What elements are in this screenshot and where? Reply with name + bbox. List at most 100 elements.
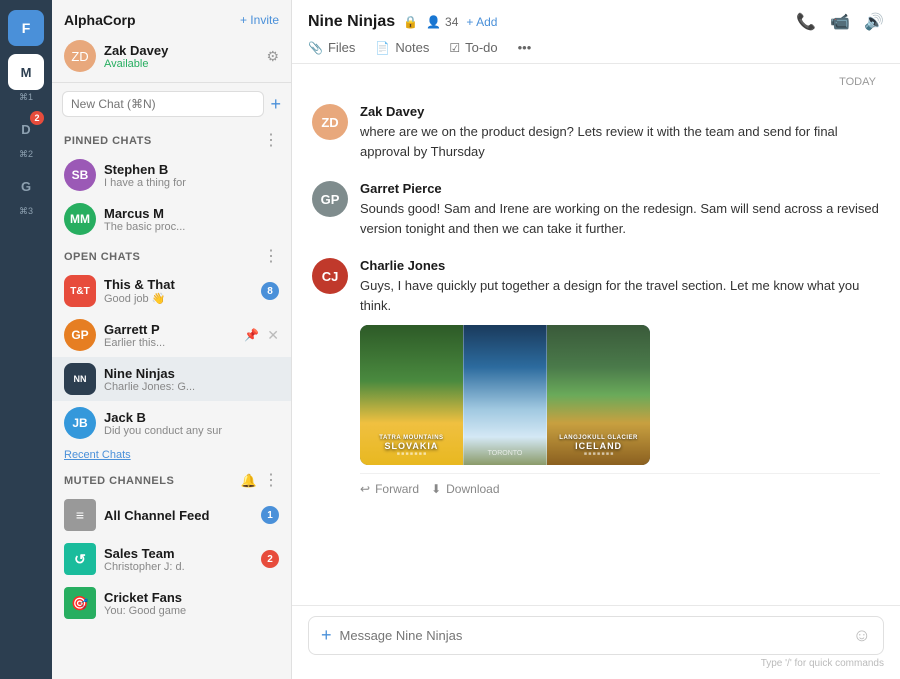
image-panel-1: TATRA MOUNTAINS SLOVAKIA ■ ■ ■ ■ ■ ■ ■: [360, 325, 463, 465]
invite-button[interactable]: + Invite: [240, 13, 279, 27]
sidebar-header: AlphaCorp + Invite: [52, 0, 291, 36]
tab-notes-label: Notes: [395, 40, 429, 55]
tab-todo[interactable]: ☑ To-do: [449, 40, 497, 63]
audio-icon[interactable]: 🔊: [864, 12, 884, 32]
avatar: CJ: [312, 258, 348, 294]
rail-shortcut-g: ⌘3: [19, 206, 33, 217]
chat-name: Garrett P: [104, 322, 236, 337]
chat-info: All Channel Feed: [104, 508, 253, 523]
date-divider: TODAY: [312, 76, 880, 88]
attach-button[interactable]: +: [321, 625, 332, 646]
open-chats-section-header: OPEN CHATS ⋮: [52, 241, 291, 269]
rail-main-icon[interactable]: F: [8, 10, 44, 46]
avatar: 🎯: [64, 587, 96, 619]
avatar: T&T: [64, 275, 96, 307]
rail-item-label: D: [21, 122, 30, 137]
main-chat-area: Nine Ninjas 🔒 👤 34 + Add 📞 📹 🔊 📎 Files �: [292, 0, 900, 679]
lock-icon: 🔒: [403, 15, 418, 29]
download-button[interactable]: ⬇ Download: [431, 482, 499, 496]
user-name: Zak Davey: [104, 43, 258, 58]
message: CJ Charlie Jones Guys, I have quickly pu…: [312, 258, 880, 504]
message-text: where are we on the product design? Lets…: [360, 122, 880, 161]
pin-icon: 📌: [244, 328, 259, 342]
list-item[interactable]: T&T This & That Good job 👋 8: [52, 269, 291, 313]
list-item[interactable]: ≡ All Channel Feed 1: [52, 493, 291, 537]
list-item[interactable]: NN Nine Ninjas Charlie Jones: G...: [52, 357, 291, 401]
avatar: MM: [64, 203, 96, 235]
forward-button[interactable]: ↩ Forward: [360, 482, 419, 496]
rail-item-g3[interactable]: G: [8, 168, 44, 204]
chat-name: Marcus M: [104, 206, 279, 221]
message-text: Sounds good! Sam and Irene are working o…: [360, 199, 880, 238]
unread-badge: 1: [261, 506, 279, 524]
sender-name: Zak Davey: [360, 104, 880, 119]
image-caption: ■ ■ ■ ■ ■ ■ ■: [397, 451, 426, 457]
avatar: GP: [312, 181, 348, 217]
image-caption: ■ ■ ■ ■ ■ ■ ■: [584, 451, 613, 457]
list-item[interactable]: 🎯 Cricket Fans You: Good game: [52, 581, 291, 625]
image-panel-3: LANGJOKULL GLACIER ICELAND ■ ■ ■ ■ ■ ■ ■: [547, 325, 650, 465]
list-item[interactable]: GP Garrett P Earlier this... 📌 ✕: [52, 313, 291, 357]
list-item[interactable]: JB Jack B Did you conduct any sur: [52, 401, 291, 445]
rail-item-m1[interactable]: M: [8, 54, 44, 90]
header-actions: 📞 📹 🔊: [796, 12, 884, 32]
list-item[interactable]: SB Stephen B I have a thing for: [52, 153, 291, 197]
message: ZD Zak Davey where are we on the product…: [312, 104, 880, 161]
list-item[interactable]: ↺ Sales Team Christopher J: d. 2: [52, 537, 291, 581]
avatar: JB: [64, 407, 96, 439]
forward-icon: ↩: [360, 482, 370, 496]
muted-channels-section-header: MUTED CHANNELS 🔔 ⋮: [52, 465, 291, 493]
files-icon: 📎: [308, 41, 323, 55]
mute-icon: 🔔: [241, 473, 257, 489]
input-hint: Type '/' for quick commands: [308, 655, 884, 675]
message-actions: ↩ Forward ⬇ Download: [360, 473, 880, 504]
image-panel-2: TORONTO: [463, 325, 547, 465]
avatar: NN: [64, 363, 96, 395]
recent-chats-link[interactable]: Recent Chats: [52, 445, 291, 465]
chat-name: This & That: [104, 277, 253, 292]
open-chats-label: OPEN CHATS: [64, 251, 140, 263]
chat-info: Sales Team Christopher J: d.: [104, 546, 253, 573]
tab-files[interactable]: 📎 Files: [308, 40, 355, 63]
workspace-rail: F M ⌘1 D 2 ⌘2 G ⌘3: [0, 0, 52, 679]
pinned-chats-more-icon[interactable]: ⋮: [263, 133, 279, 149]
chat-name: Nine Ninjas: [104, 366, 279, 381]
message-text: Guys, I have quickly put together a desi…: [360, 276, 880, 315]
chat-header-top: Nine Ninjas 🔒 👤 34 + Add 📞 📹 🔊: [308, 12, 884, 32]
chat-tabs: 📎 Files 📄 Notes ☑ To-do •••: [308, 40, 884, 63]
search-input[interactable]: [62, 91, 264, 117]
chat-info: Nine Ninjas Charlie Jones: G...: [104, 366, 279, 393]
chat-info: Stephen B I have a thing for: [104, 162, 279, 189]
emoji-button[interactable]: ☺: [853, 625, 871, 646]
message-input[interactable]: [340, 628, 845, 643]
chat-name: Stephen B: [104, 162, 279, 177]
input-area: + ☺ Type '/' for quick commands: [292, 605, 900, 679]
video-icon[interactable]: 📹: [830, 12, 850, 32]
rail-item-d2[interactable]: D 2: [8, 111, 44, 147]
muted-channels-label: MUTED CHANNELS: [64, 475, 174, 487]
chat-preview: Charlie Jones: G...: [104, 381, 279, 393]
add-members-button[interactable]: + Add: [466, 15, 497, 29]
chat-info: Marcus M The basic proc...: [104, 206, 279, 233]
avatar: GP: [64, 319, 96, 351]
call-icon[interactable]: 📞: [796, 12, 816, 32]
new-chat-button[interactable]: +: [270, 94, 281, 115]
tab-notes[interactable]: 📄 Notes: [375, 40, 429, 63]
close-icon[interactable]: ✕: [267, 327, 279, 344]
todo-icon: ☑: [449, 41, 460, 55]
chat-name: Cricket Fans: [104, 590, 279, 605]
tab-files-label: Files: [328, 40, 355, 55]
chat-preview: The basic proc...: [104, 221, 279, 233]
download-icon: ⬇: [431, 482, 441, 496]
settings-gear-icon[interactable]: ⚙: [266, 48, 279, 65]
rail-shortcut-m: ⌘1: [19, 92, 33, 103]
chat-preview: Christopher J: d.: [104, 561, 253, 573]
open-chats-more-icon[interactable]: ⋮: [263, 249, 279, 265]
message: GP Garret Pierce Sounds good! Sam and Ir…: [312, 181, 880, 238]
rail-badge-d2: 2: [30, 111, 44, 125]
forward-label: Forward: [375, 482, 419, 496]
muted-more-icon[interactable]: ⋮: [263, 473, 279, 489]
image-label-sub: TORONTO: [488, 450, 523, 457]
list-item[interactable]: MM Marcus M The basic proc...: [52, 197, 291, 241]
tab-more[interactable]: •••: [518, 40, 532, 63]
